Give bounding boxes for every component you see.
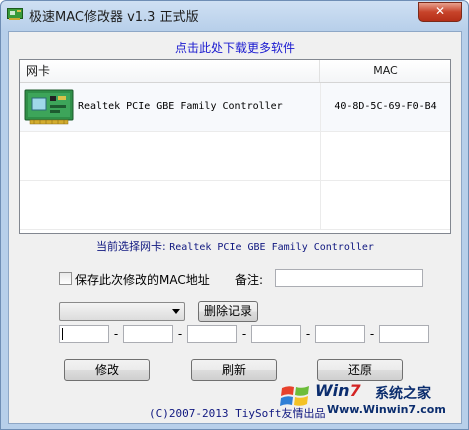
list-item-empty	[20, 132, 450, 181]
download-more-link[interactable]: 点击此处下载更多软件	[9, 39, 461, 56]
app-network-card-icon	[7, 8, 23, 20]
mac-separator: -	[113, 327, 119, 341]
close-button[interactable]: ✕	[418, 2, 462, 22]
save-mac-label[interactable]: 保存此次修改的MAC地址	[75, 271, 210, 288]
nic-mac-address: 40-8D-5C-69-F0-B4	[334, 101, 437, 112]
list-header: 网卡 MAC	[20, 60, 450, 83]
mac-separator: -	[369, 327, 375, 341]
current-selection-label: 当前选择网卡:	[96, 240, 170, 253]
mac-separator: -	[305, 327, 311, 341]
mac-field-6[interactable]	[379, 325, 429, 343]
mac-separator: -	[241, 327, 247, 341]
mac-field-1[interactable]	[59, 325, 109, 343]
note-input[interactable]	[275, 269, 423, 287]
mac-field-5[interactable]	[315, 325, 365, 343]
current-selection-value: Realtek PCIe GBE Family Controller	[169, 242, 374, 253]
main-panel: 点击此处下载更多软件 网卡 MAC Realtek PCIe GBE Famil…	[8, 31, 462, 424]
modify-button[interactable]: 修改	[64, 359, 150, 381]
mac-field-3[interactable]	[187, 325, 237, 343]
windows-logo-icon	[280, 386, 309, 406]
chevron-down-icon	[172, 309, 180, 314]
refresh-button[interactable]: 刷新	[191, 359, 277, 381]
window-title: 极速MAC修改器 v1.3 正式版	[29, 10, 199, 25]
watermark-url: Www.Winwin7.com	[327, 403, 446, 416]
mac-history-select[interactable]	[59, 302, 185, 321]
list-item-nic[interactable]: Realtek PCIe GBE Family Controller 40-8D…	[20, 83, 450, 132]
network-card-list[interactable]: 网卡 MAC Realtek PCIe GBE Family Controlle…	[19, 59, 451, 234]
list-item-empty	[20, 181, 450, 230]
title-bar[interactable]: 极速MAC修改器 v1.3 正式版 ✕	[1, 1, 468, 29]
watermark-brand: Win7	[315, 381, 361, 400]
close-icon: ✕	[434, 4, 446, 18]
watermark-brand-seven: 7	[349, 381, 361, 400]
save-mac-checkbox[interactable]	[59, 272, 72, 285]
watermark-brand-cn: 系统之家	[375, 386, 431, 402]
note-label: 备注:	[235, 273, 264, 287]
column-header-mac[interactable]: MAC	[321, 60, 450, 82]
network-card-icon	[24, 89, 74, 125]
column-divider	[320, 132, 321, 180]
app-window: 极速MAC修改器 v1.3 正式版 ✕ 点击此处下载更多软件 网卡 MAC Re…	[0, 0, 469, 430]
mac-field-2[interactable]	[123, 325, 173, 343]
current-selection: 当前选择网卡: Realtek PCIe GBE Family Controll…	[9, 238, 461, 254]
column-header-nic[interactable]: 网卡	[20, 60, 320, 82]
mac-separator: -	[177, 327, 183, 341]
delete-record-button[interactable]: 删除记录	[198, 301, 258, 322]
column-divider	[320, 181, 321, 229]
nic-name: Realtek PCIe GBE Family Controller	[78, 101, 283, 112]
mac-field-4[interactable]	[251, 325, 301, 343]
watermark: Win7 系统之家 Www.Winwin7.com	[279, 377, 465, 427]
watermark-brand-prefix: Win	[315, 381, 350, 400]
